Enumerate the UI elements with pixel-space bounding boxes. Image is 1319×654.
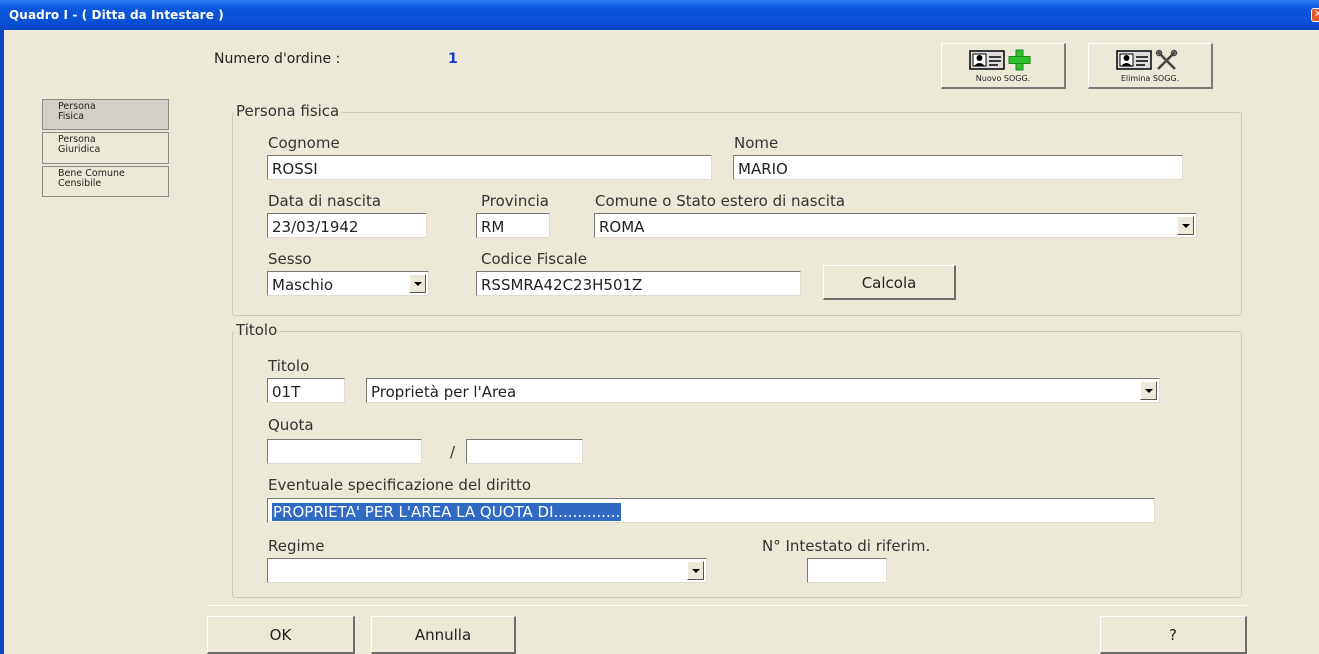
close-icon[interactable]: ✕ [1311,8,1319,22]
chevron-down-icon[interactable] [1140,381,1157,400]
annulla-button[interactable]: Annulla [371,616,516,654]
nome-field[interactable]: MARIO [733,155,1183,180]
tab-persona-fisica[interactable]: Persona Fisica [42,99,169,130]
tab-label: Censibile [58,178,102,189]
quota-separator: / [450,443,456,461]
ok-button[interactable]: OK [207,616,355,654]
specificazione-label: Eventuale specificazione del diritto [268,476,532,494]
codice-fiscale-label: Codice Fiscale [481,250,587,268]
comune-select[interactable]: ROMA [594,213,1197,238]
tab-label: Fisica [58,111,85,122]
comune-label: Comune o Stato estero di nascita [595,192,846,210]
sesso-label: Sesso [268,250,312,268]
window-title: Quadro I - ( Ditta da Intestare ) [9,8,224,22]
sesso-select[interactable]: Maschio [267,271,429,296]
elimina-soggetto-button[interactable]: Elimina SOGG. [1088,43,1213,89]
calcola-button[interactable]: Calcola [823,265,956,300]
cognome-label: Cognome [268,134,340,152]
data-nascita-field[interactable]: 23/03/1942 [267,213,427,238]
tab-bene-comune-censibile[interactable]: Bene Comune Censibile [42,166,169,197]
window-border [0,30,4,654]
new-person-icon [969,49,1031,71]
dialog-window: Quadro I - ( Ditta da Intestare ) ✕ Nume… [0,0,1319,654]
title-bar[interactable]: Quadro I - ( Ditta da Intestare ) ✕ [0,0,1319,30]
provincia-field[interactable]: RM [476,213,550,238]
help-button[interactable]: ? [1100,616,1247,654]
nome-label: Nome [734,134,779,152]
intestato-riferimento-label: N° Intestato di riferim. [762,537,931,555]
delete-person-icon [1116,49,1178,70]
numero-ordine-label: Numero d'ordine : [214,51,341,67]
tab-label: Giuridica [58,144,101,155]
chevron-down-icon[interactable] [687,561,704,580]
intestato-riferimento-field[interactable] [807,558,887,583]
tab-persona-giuridica[interactable]: Persona Giuridica [42,132,169,164]
titolo-codice-field[interactable]: 01T [267,378,345,403]
selected-text: PROPRIETA' PER L'AREA LA QUOTA DI.......… [272,503,622,521]
provincia-label: Provincia [481,192,549,210]
regime-select[interactable] [267,558,707,583]
quota-label: Quota [268,416,314,434]
elimina-soggetto-label: Elimina SOGG. [1120,74,1180,83]
titolo-legend: Titolo [234,321,280,339]
titolo-descrizione-select[interactable]: Proprietà per l'Area [366,378,1160,403]
quota-denominatore-field[interactable] [466,439,583,464]
nuovo-soggetto-button[interactable]: Nuovo SOGG. [941,43,1066,89]
chevron-down-icon[interactable] [409,274,426,293]
sesso-value: Maschio [272,276,334,294]
data-nascita-label: Data di nascita [268,192,382,210]
footer-divider [207,605,1247,606]
nuovo-soggetto-label: Nuovo SOGG. [975,74,1031,83]
numero-ordine-value: 1 [448,51,458,67]
cognome-field[interactable]: ROSSI [267,155,712,180]
titolo-label: Titolo [268,357,310,375]
codice-fiscale-field[interactable]: RSSMRA42C23H501Z [476,271,801,296]
specificazione-field[interactable]: PROPRIETA' PER L'AREA LA QUOTA DI.......… [267,498,1155,523]
titolo-descrizione-value: Proprietà per l'Area [371,383,517,401]
regime-label: Regime [268,537,325,555]
chevron-down-icon[interactable] [1177,216,1194,235]
quota-numeratore-field[interactable] [267,439,422,464]
comune-value: ROMA [599,218,645,236]
persona-fisica-legend: Persona fisica [234,102,342,120]
